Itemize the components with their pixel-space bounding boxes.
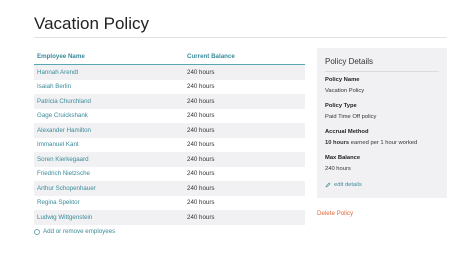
header-current-balance[interactable]: Current Balance bbox=[187, 53, 305, 60]
title-divider bbox=[34, 37, 447, 38]
table-row: Friedrich Nietzsche 240 hours bbox=[34, 167, 305, 182]
table-row: Patricia Churchland 240 hours bbox=[34, 94, 305, 109]
policy-name-label: Policy Name bbox=[325, 77, 360, 83]
policy-type-value: Paid Time Off policy bbox=[325, 114, 377, 120]
policy-details-panel: Policy Details Policy Name Vacation Poli… bbox=[317, 48, 447, 198]
balance-cell: 240 hours bbox=[187, 112, 215, 120]
employee-link[interactable]: Friedrich Nietzsche bbox=[34, 170, 187, 177]
add-remove-employees-label: Add or remove employees bbox=[43, 228, 116, 235]
balance-cell: 240 hours bbox=[187, 97, 215, 105]
accrual-rate-text: earned per 1 hour worked bbox=[349, 140, 418, 146]
policy-name-value: Vacation Policy bbox=[325, 88, 365, 94]
table-row: Arthur Schopenhauer 240 hours bbox=[34, 181, 305, 196]
employee-link[interactable]: Immanuel Kant bbox=[34, 141, 187, 148]
accrual-amount: 10 hours bbox=[325, 140, 350, 146]
employee-link[interactable]: Arthur Schopenhauer bbox=[34, 185, 187, 192]
table-row: Alexander Hamilton 240 hours bbox=[34, 123, 305, 138]
balance-cell: 240 hours bbox=[187, 83, 215, 91]
table-row: Isaiah Berlin 240 hours bbox=[34, 80, 305, 95]
employee-link[interactable]: Regina Spektor bbox=[34, 199, 187, 206]
employee-link[interactable]: Alexander Hamilton bbox=[34, 127, 187, 134]
table-header: Employee Name Current Balance bbox=[34, 48, 305, 65]
balance-cell: 240 hours bbox=[187, 170, 215, 178]
table-row: Soren Kierkegaard 240 hours bbox=[34, 152, 305, 167]
employee-link[interactable]: Ludwig Wittgenstein bbox=[34, 214, 187, 221]
table-row: Gage Cruickshank 240 hours bbox=[34, 109, 305, 124]
accrual-method-label: Accrual Method bbox=[325, 129, 369, 135]
policy-details-title: Policy Details bbox=[325, 57, 374, 66]
policy-type-label: Policy Type bbox=[325, 103, 357, 109]
employee-link[interactable]: Gage Cruickshank bbox=[34, 112, 187, 119]
balance-cell: 240 hours bbox=[187, 68, 215, 76]
add-remove-employees-link[interactable]: Add or remove employees bbox=[34, 228, 115, 235]
max-balance-label: Max Balance bbox=[325, 155, 361, 161]
accrual-method-value: 10 hours earned per 1 hour worked bbox=[325, 140, 417, 146]
edit-details-link[interactable]: edit details bbox=[325, 182, 362, 188]
employee-link[interactable]: Soren Kierkegaard bbox=[34, 156, 187, 163]
plus-circle-icon bbox=[34, 228, 40, 235]
table-row: Immanuel Kant 240 hours bbox=[34, 138, 305, 153]
employee-table: Employee Name Current Balance Hannah Are… bbox=[34, 48, 305, 225]
edit-details-label: edit details bbox=[334, 182, 362, 188]
delete-policy-link[interactable]: Delete Policy bbox=[317, 210, 353, 217]
balance-cell: 240 hours bbox=[187, 184, 215, 192]
table-row: Ludwig Wittgenstein 240 hours bbox=[34, 210, 305, 225]
details-divider bbox=[325, 71, 439, 72]
employee-link[interactable]: Hannah Arendt bbox=[34, 69, 187, 76]
max-balance-value: 240 hours bbox=[325, 166, 351, 172]
page-title: Vacation Policy bbox=[34, 14, 149, 33]
balance-cell: 240 hours bbox=[187, 126, 215, 134]
employee-link[interactable]: Isaiah Berlin bbox=[34, 83, 187, 90]
balance-cell: 240 hours bbox=[187, 199, 215, 207]
balance-cell: 240 hours bbox=[187, 213, 215, 221]
pencil-icon bbox=[325, 182, 331, 188]
balance-cell: 240 hours bbox=[187, 141, 215, 149]
table-row: Hannah Arendt 240 hours bbox=[34, 65, 305, 80]
balance-cell: 240 hours bbox=[187, 155, 215, 163]
table-row: Regina Spektor 240 hours bbox=[34, 196, 305, 211]
header-employee-name[interactable]: Employee Name bbox=[34, 53, 187, 60]
employee-link[interactable]: Patricia Churchland bbox=[34, 98, 187, 105]
